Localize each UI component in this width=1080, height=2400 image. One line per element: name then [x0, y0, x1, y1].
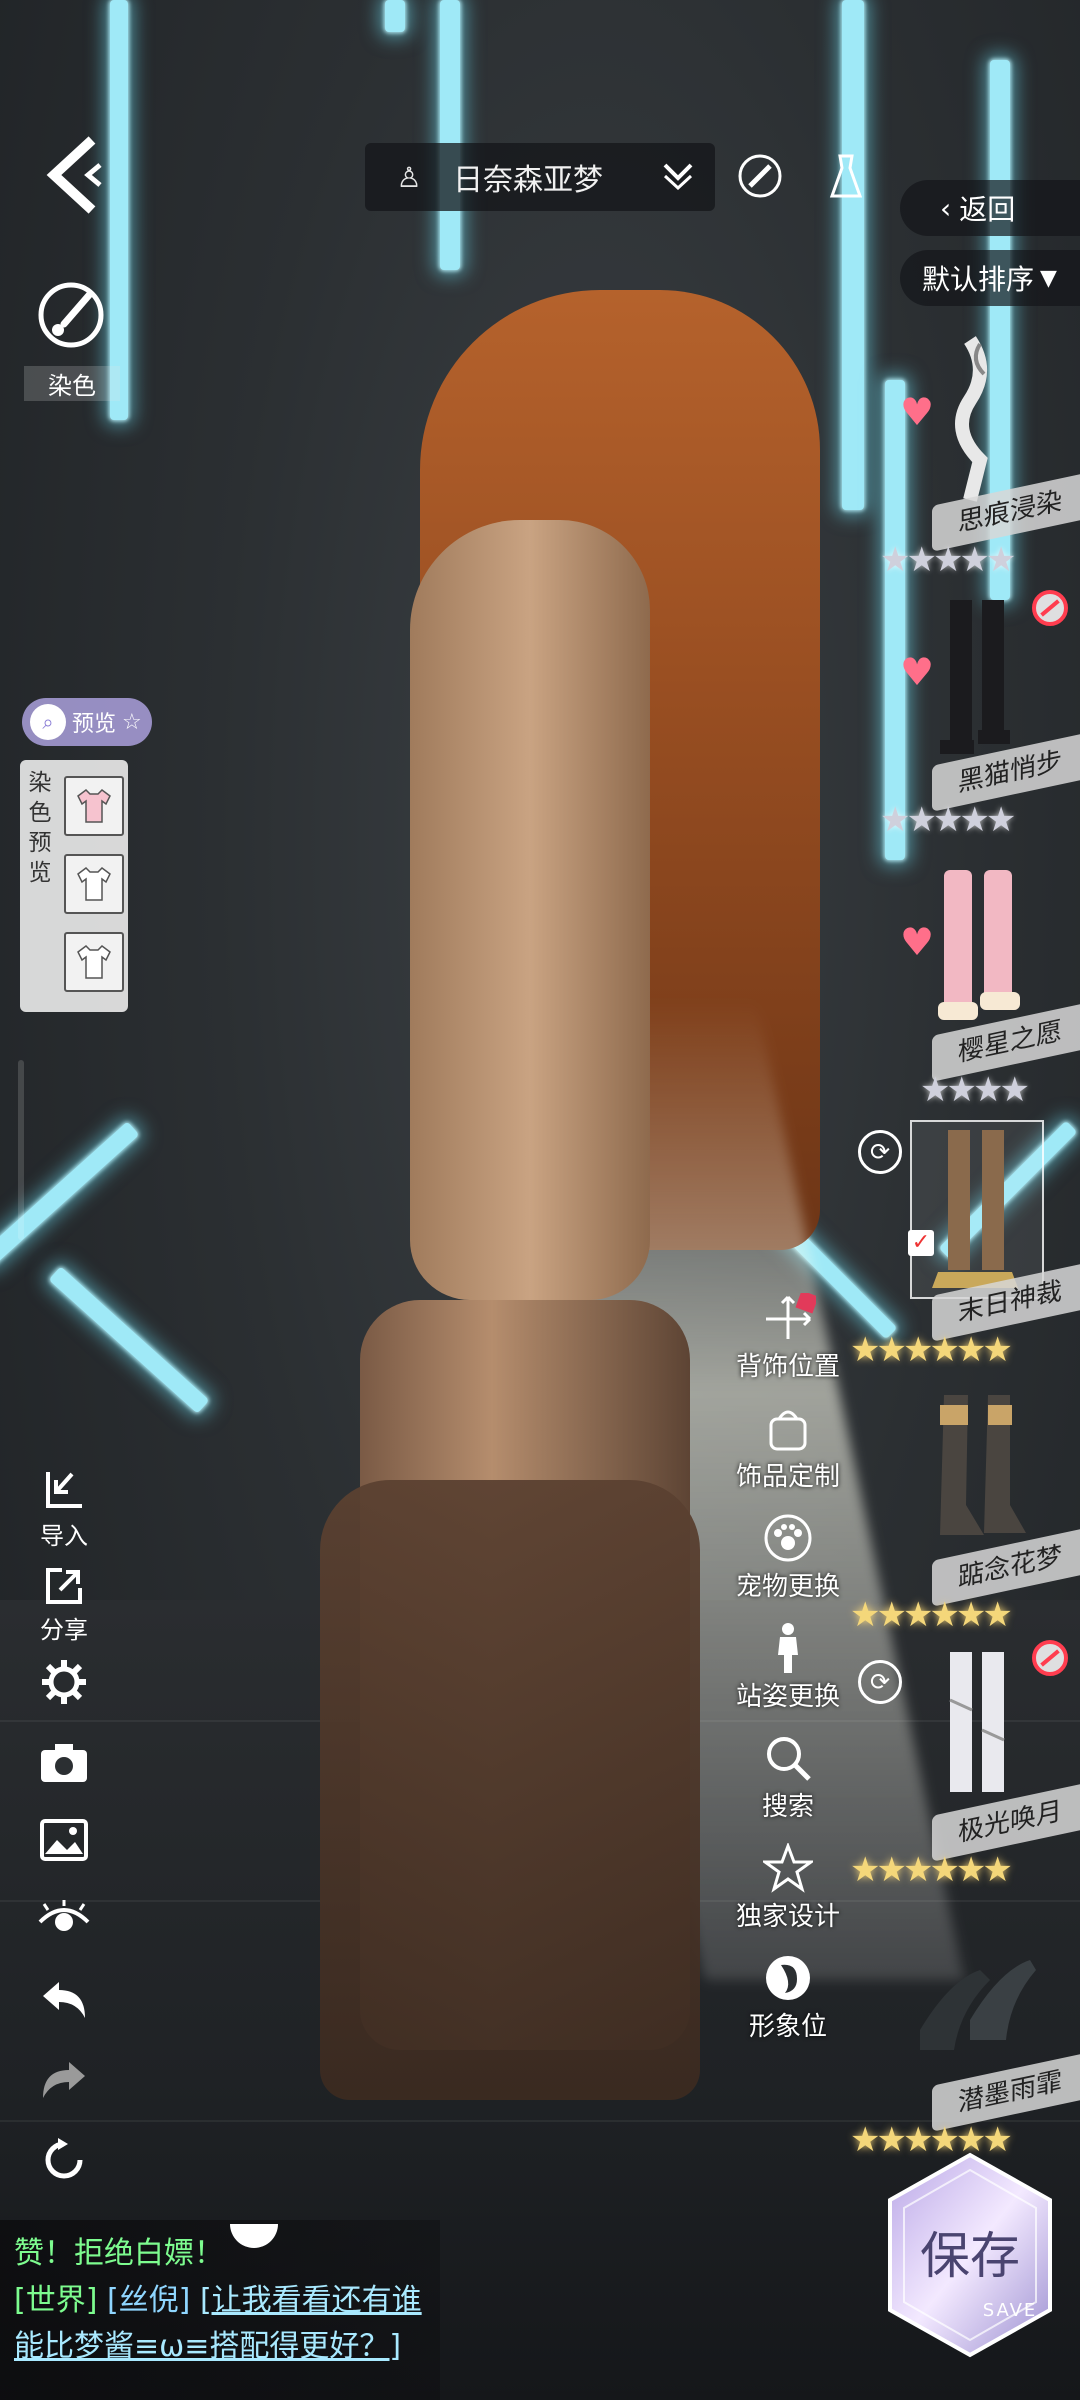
item-thumbnail — [910, 1120, 1044, 1299]
star-icon — [758, 1840, 818, 1896]
chevron-down-icon — [661, 156, 695, 198]
dye-label: 染色 — [24, 366, 120, 401]
rarity-stars: ★★★★ — [920, 1070, 1030, 1110]
exclusive-design-button[interactable]: 独家设计 — [728, 1840, 848, 1933]
chat-box[interactable]: 赞！拒绝白嫖！ [世界] [丝倪] [让我看看还有谁能比梦酱≡ω≡搭配得更好？] — [0, 2220, 440, 2400]
item-card[interactable]: ⟳ 极光唤月 ★★★★★★ — [850, 1640, 1080, 1900]
dye-preview-label: 染色预览 — [28, 770, 52, 886]
menu-label: 站姿更换 — [735, 1682, 840, 1712]
selected-check-icon: ✓ — [908, 1230, 934, 1256]
import-label: 导入 — [40, 1522, 88, 1550]
favorite-heart-icon: ♥ — [900, 390, 935, 434]
pose-change-button[interactable]: 站姿更换 — [728, 1620, 848, 1713]
outfit-dress-icon[interactable] — [818, 148, 874, 204]
sort-label: 默认排序 — [922, 263, 1035, 296]
search-icon — [758, 1730, 818, 1786]
item-card[interactable]: ♥ 思痕浸染 ★★★★★ — [880, 330, 1080, 590]
menu-label: 宠物更换 — [735, 1572, 840, 1602]
person-icon — [758, 1620, 818, 1676]
move-icon — [758, 1290, 818, 1346]
back-arrow-icon[interactable] — [40, 130, 110, 220]
dye-slot-2[interactable] — [64, 854, 124, 914]
edit-pen-icon[interactable] — [732, 148, 788, 204]
share-label: 分享 — [40, 1616, 88, 1644]
rarity-stars: ★★★★★ — [880, 540, 1016, 580]
rarity-stars: ★★★★★★ — [850, 1850, 1013, 1890]
share-icon[interactable] — [34, 1556, 94, 1616]
favorite-heart-icon: ♥ — [900, 650, 935, 694]
paw-icon — [758, 1510, 818, 1566]
search-button[interactable]: 搜索 — [728, 1730, 848, 1823]
dye-preview-panel: 染色预览 — [20, 760, 128, 1012]
item-card[interactable]: ♥ 黑猫悄步 ★★★★★ — [880, 590, 1080, 850]
dye-icon[interactable] — [36, 280, 106, 350]
save-sub-label: SAVE — [982, 2300, 1038, 2321]
bag-icon — [758, 1400, 818, 1456]
character-boots — [320, 1480, 700, 2100]
menu-label: 独家设计 — [735, 1902, 840, 1932]
item-thumbnail — [910, 1385, 1040, 1560]
gallery-icon[interactable] — [34, 1810, 94, 1870]
settings-gear-icon[interactable] — [34, 1652, 94, 1712]
chat-line: 赞！拒绝白嫖！ — [14, 2236, 224, 2271]
camera-icon[interactable] — [34, 1732, 94, 1792]
disabled-icon — [1032, 590, 1068, 626]
chat-user[interactable]: [丝倪] — [107, 2283, 190, 2318]
star-icon: ☆ — [122, 709, 142, 735]
undo-icon[interactable] — [34, 1970, 94, 2030]
portrait-icon — [758, 1950, 818, 2006]
redo-icon[interactable] — [34, 2050, 94, 2110]
preview-icon: ⌕ — [30, 704, 66, 740]
item-thumbnail — [910, 1910, 1040, 2085]
swap-icon[interactable]: ⟳ — [858, 1660, 902, 1704]
neon-bar — [110, 0, 128, 420]
outfit-selector[interactable]: ♙ 日奈森亚梦 — [365, 143, 715, 211]
character-body — [410, 520, 650, 1300]
rarity-stars: ★★★★★★ — [850, 1595, 1013, 1635]
menu-label: 搜索 — [761, 1792, 814, 1822]
return-label: 返回 — [959, 193, 1016, 226]
caret-down-icon: ▼ — [1040, 265, 1057, 291]
preview-label: 预览 — [72, 712, 117, 737]
dye-slot-3[interactable] — [64, 932, 124, 992]
chat-channel[interactable]: [世界] — [14, 2283, 97, 2318]
rarity-stars: ★★★★★★ — [850, 1330, 1013, 1370]
chevron-left-icon: ‹ — [940, 191, 952, 225]
reset-icon[interactable] — [34, 2130, 94, 2190]
dress-icon: ♙ — [396, 160, 422, 194]
pet-change-button[interactable]: 宠物更换 — [728, 1510, 848, 1603]
chat-line: [世界] [丝倪] [让我看看还有谁能比梦酱≡ω≡搭配得更好？] — [14, 2278, 434, 2370]
item-card[interactable]: 踮念花梦 ★★★★★★ — [850, 1385, 1080, 1645]
item-card[interactable]: ♥ 樱星之愿 ★★★★ — [880, 860, 1080, 1120]
scroll-track[interactable] — [18, 1060, 24, 1240]
eye-icon[interactable] — [34, 1890, 94, 1950]
neon-bar — [48, 1266, 210, 1414]
save-button[interactable]: 保存 SAVE — [880, 2150, 1060, 2360]
avatar-slot-button[interactable]: 形象位 — [728, 1950, 848, 2043]
return-button[interactable]: ‹ 返回 — [900, 180, 1080, 236]
dye-slot-1[interactable] — [64, 776, 124, 836]
swap-icon[interactable]: ⟳ — [858, 1130, 902, 1174]
favorite-heart-icon: ♥ — [900, 920, 935, 964]
outfit-name: 日奈森亚梦 — [453, 163, 603, 198]
neon-bar — [385, 0, 405, 32]
accessory-custom-button[interactable]: 饰品定制 — [728, 1400, 848, 1493]
menu-label: 背饰位置 — [735, 1352, 840, 1382]
menu-label: 饰品定制 — [735, 1462, 840, 1492]
menu-label: 形象位 — [748, 2012, 827, 2042]
item-card-selected[interactable]: ⟳ ✓ 末日神裁 ★★★★★★ — [850, 1120, 1080, 1380]
disabled-icon — [1032, 1640, 1068, 1676]
rarity-stars: ★★★★★ — [880, 800, 1016, 840]
sort-dropdown[interactable]: 默认排序 ▼ — [900, 250, 1080, 306]
emoji-icon — [230, 2224, 278, 2248]
neon-bar — [842, 0, 864, 510]
back-accessory-position-button[interactable]: 背饰位置 — [728, 1290, 848, 1383]
import-icon[interactable] — [34, 1460, 94, 1520]
save-label: 保存 — [920, 2227, 1020, 2285]
item-thumbnail — [910, 1640, 1040, 1815]
preview-toggle[interactable]: ⌕ 预览 ☆ — [22, 698, 152, 746]
item-card[interactable]: 潜墨雨霏 ★★★★★★ — [850, 1910, 1080, 2170]
neon-bar — [440, 0, 460, 270]
